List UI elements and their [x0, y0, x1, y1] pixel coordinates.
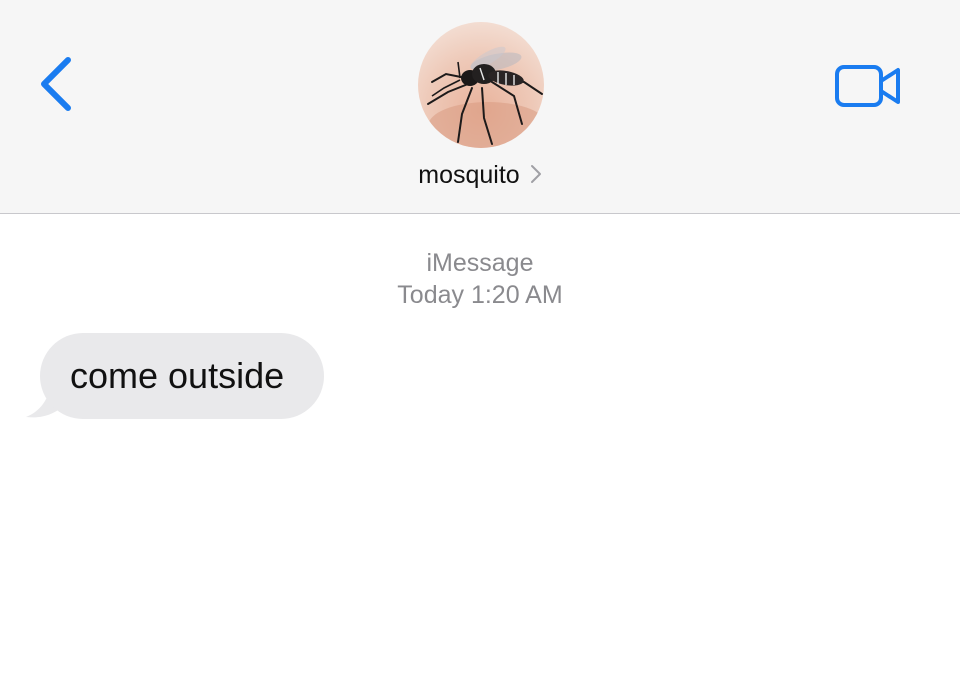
conversation-header: mosquito [0, 0, 960, 214]
back-button[interactable] [30, 52, 86, 116]
messages-screen: mosquito iMessage Today 1:20 AM come out… [0, 0, 960, 679]
video-call-button[interactable] [828, 58, 908, 114]
chevron-left-icon [41, 57, 71, 111]
message-bubble: come outside [40, 333, 325, 419]
incoming-message[interactable]: come outside [26, 333, 325, 419]
message-timestamp: Today 1:20 AM [397, 281, 563, 309]
service-label: iMessage [426, 249, 534, 277]
contact-name-row: mosquito [360, 158, 600, 192]
video-camera-icon [835, 65, 900, 107]
chevron-right-icon [530, 165, 541, 184]
message-text: come outside [70, 355, 285, 396]
contact-name: mosquito [418, 161, 520, 189]
contact-info-button[interactable]: mosquito [360, 22, 600, 202]
mosquito-avatar-image [418, 22, 544, 148]
contact-avatar [418, 22, 544, 148]
